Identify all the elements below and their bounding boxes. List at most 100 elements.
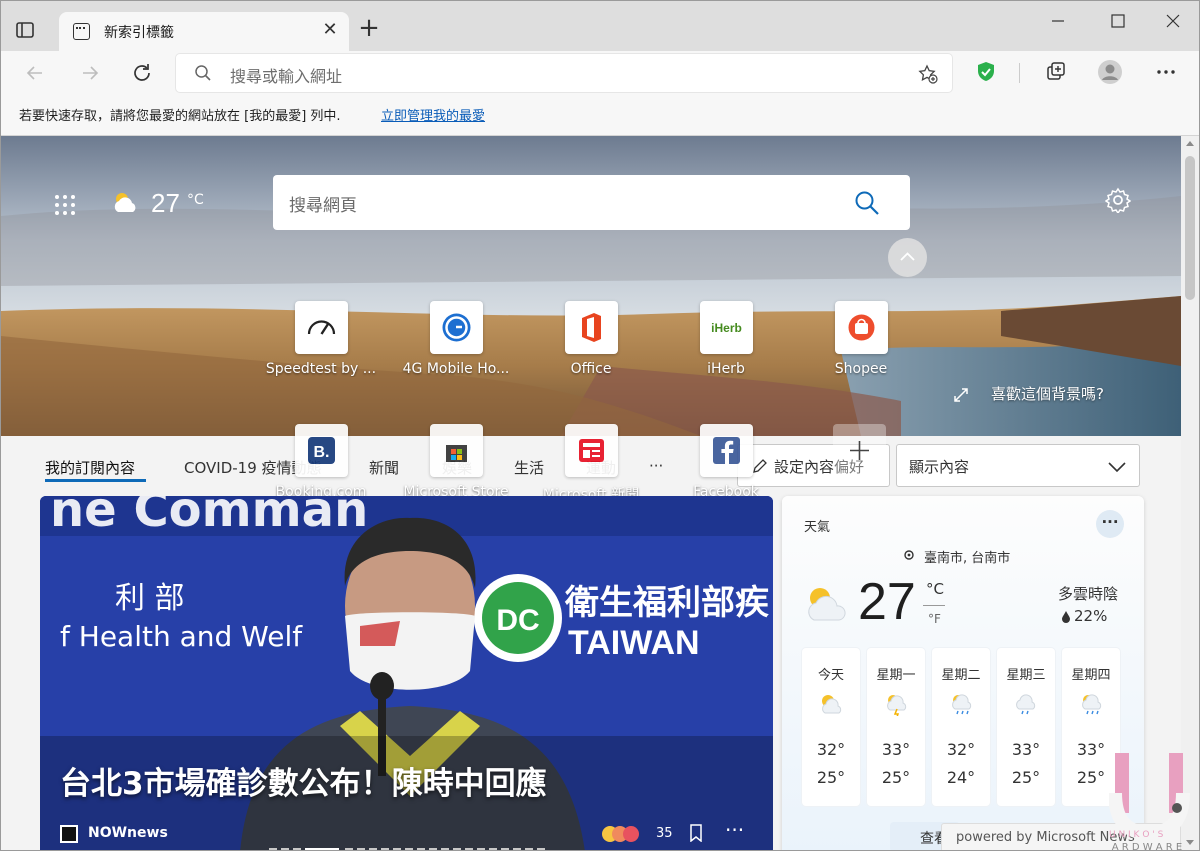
address-bar[interactable]: 搜尋或輸入網址 xyxy=(176,54,952,92)
svg-text:H A R D W A R E: H A R D W A R E xyxy=(1109,842,1182,851)
forecast-day[interactable]: 星期三 33° 25° xyxy=(997,648,1055,806)
refresh-icon[interactable] xyxy=(129,60,155,86)
news-hero-card[interactable]: ne Comman 利 部 f Health and Welf DC 衛生福利部… xyxy=(40,496,773,850)
maximize-icon[interactable] xyxy=(1106,9,1130,33)
search-icon[interactable] xyxy=(853,189,881,217)
scrollbar-thumb[interactable] xyxy=(1185,156,1195,300)
partly-cloudy-icon xyxy=(822,695,842,714)
active-tab-underline xyxy=(45,479,146,482)
news-icon xyxy=(565,424,618,477)
tab-title: 新索引標籤 xyxy=(104,25,174,41)
news-source[interactable]: NOWnews xyxy=(88,825,168,841)
search-icon xyxy=(195,65,211,81)
quick-link-label: Speedtest by ... xyxy=(265,361,377,377)
forecast-low: 24° xyxy=(946,768,976,787)
facebook-icon xyxy=(700,424,753,477)
forecast-day-name: 今天 xyxy=(817,668,844,683)
forecast-high: 32° xyxy=(946,740,976,759)
weather-more-button[interactable]: ··· xyxy=(1096,510,1124,538)
weather-mini[interactable]: 27 °C xyxy=(109,188,219,222)
add-favorite-icon[interactable] xyxy=(918,64,938,84)
iherb-icon: iHerb xyxy=(700,301,753,354)
celsius-toggle[interactable]: °C xyxy=(926,580,944,598)
page-scrollbar[interactable] xyxy=(1181,136,1199,850)
weather-temp: 27 xyxy=(858,573,916,631)
forecast-day[interactable]: 今天 32° 25° xyxy=(802,648,860,806)
apps-grid-icon[interactable] xyxy=(53,193,77,217)
shield-icon[interactable] xyxy=(973,59,999,85)
weather-mini-unit: °C xyxy=(187,192,204,208)
forecast-low: 25° xyxy=(1011,768,1041,787)
quick-link-label: Shopee xyxy=(834,361,888,377)
forecast-high: 33° xyxy=(881,740,911,759)
profile-avatar-icon[interactable] xyxy=(1097,59,1123,85)
powered-by-text: powered by Microsoft News xyxy=(956,830,1135,845)
quick-link-iherb[interactable]: iHerb iHerb xyxy=(666,301,786,391)
settings-more-icon[interactable] xyxy=(1153,59,1179,85)
quick-link-label: iHerb xyxy=(707,361,745,377)
quick-link-office[interactable]: Office xyxy=(531,301,651,391)
minimize-icon[interactable] xyxy=(1046,9,1070,33)
address-toolbar: 搜尋或輸入網址 xyxy=(1,51,1199,94)
news-more-icon[interactable]: ··· xyxy=(725,818,744,842)
forecast-day[interactable]: 星期二 32° 24° xyxy=(932,648,990,806)
rain-icon xyxy=(952,694,972,715)
quick-link-shopee[interactable]: Shopee xyxy=(801,301,921,391)
forecast-day-name: 星期一 xyxy=(876,668,916,683)
add-quick-link-button[interactable] xyxy=(833,424,886,477)
collapse-links-button[interactable] xyxy=(888,238,927,277)
quick-link-speedtest[interactable]: Speedtest by ... xyxy=(261,301,381,391)
photo-text-taiwan: TAIWAN xyxy=(568,624,700,662)
unit-divider xyxy=(923,605,945,606)
display-content-dropdown[interactable]: 顯示內容 xyxy=(896,444,1140,487)
svg-text:iHerb: iHerb xyxy=(711,321,742,335)
collections-icon[interactable] xyxy=(1043,59,1069,85)
news-headline[interactable]: 台北3市場確診數公布！陳時中回應 xyxy=(60,758,547,803)
office-icon xyxy=(565,301,618,354)
browser-window: 新索引標籤 ✕ + 搜尋或輸入網址 若要快速存取，請將您最愛的網站放在 [我的最… xyxy=(0,0,1200,851)
quick-link-label: Office xyxy=(570,361,612,377)
new-tab-icon[interactable]: + xyxy=(356,15,382,41)
svg-text:U N I K O ' S: U N I K O ' S xyxy=(1109,830,1164,840)
uniko-logo-icon: U N I K O ' S H A R D W A R E xyxy=(1101,753,1190,851)
active-tab[interactable]: 新索引標籤 ✕ xyxy=(59,12,349,51)
bookmark-icon[interactable] xyxy=(689,824,703,842)
chevron-down-icon xyxy=(1108,462,1126,473)
partly-cloudy-icon xyxy=(808,588,846,621)
booking-icon: B. xyxy=(295,424,348,477)
forecast-low: 25° xyxy=(881,768,911,787)
forecast-day-name: 星期三 xyxy=(1006,668,1046,683)
like-background-link[interactable]: 喜歡這個背景嗎? xyxy=(951,383,1131,407)
tab-actions-icon[interactable] xyxy=(14,19,36,41)
quick-link-4g[interactable]: 4G Mobile Ho... xyxy=(396,301,516,391)
address-placeholder: 搜尋或輸入網址 xyxy=(230,67,343,86)
rain-icon xyxy=(1016,694,1036,715)
reactions-count: 35 xyxy=(656,826,673,841)
rain-icon xyxy=(1082,694,1102,715)
like-background-text: 喜歡這個背景嗎? xyxy=(991,385,1104,403)
tab-my-feed[interactable]: 我的訂閱內容 xyxy=(45,457,135,478)
4g-icon xyxy=(430,301,483,354)
svg-text:DC: DC xyxy=(496,604,539,637)
tab-more[interactable]: ··· xyxy=(649,457,663,475)
manage-favorites-link[interactable]: 立即管理我的最愛 xyxy=(381,105,485,124)
speedometer-icon xyxy=(295,301,348,354)
forecast-day[interactable]: 星期一 33° 25° xyxy=(867,648,925,806)
forecast-low: 25° xyxy=(816,768,846,787)
window-close-icon[interactable] xyxy=(1161,9,1185,33)
weather-card[interactable]: 天氣 ··· 臺南市, 台南市 27 °C °F 多雲時陰 22% 今天 32°… xyxy=(782,496,1144,850)
partly-cloudy-icon xyxy=(114,193,136,212)
scroll-up-icon[interactable] xyxy=(1186,141,1194,146)
tab-strip: 新索引標籤 ✕ + xyxy=(1,1,1199,51)
fahrenheit-toggle[interactable]: °F xyxy=(928,612,941,626)
svg-text:B.: B. xyxy=(314,444,330,461)
weather-precip: 22% xyxy=(1074,607,1108,625)
close-tab-icon[interactable]: ✕ xyxy=(319,19,341,40)
weather-location[interactable]: 臺南市, 台南市 xyxy=(924,547,1010,566)
gear-icon[interactable] xyxy=(1105,187,1131,213)
forward-icon[interactable] xyxy=(77,60,103,86)
web-search-box[interactable]: 搜尋網頁 xyxy=(273,175,910,230)
back-icon[interactable] xyxy=(22,60,48,86)
background-image: 27 °C 搜尋網頁 Speedtest by ... 4G Mobile Ho… xyxy=(1,136,1181,436)
quick-link-label: 4G Mobile Ho... xyxy=(402,361,510,377)
